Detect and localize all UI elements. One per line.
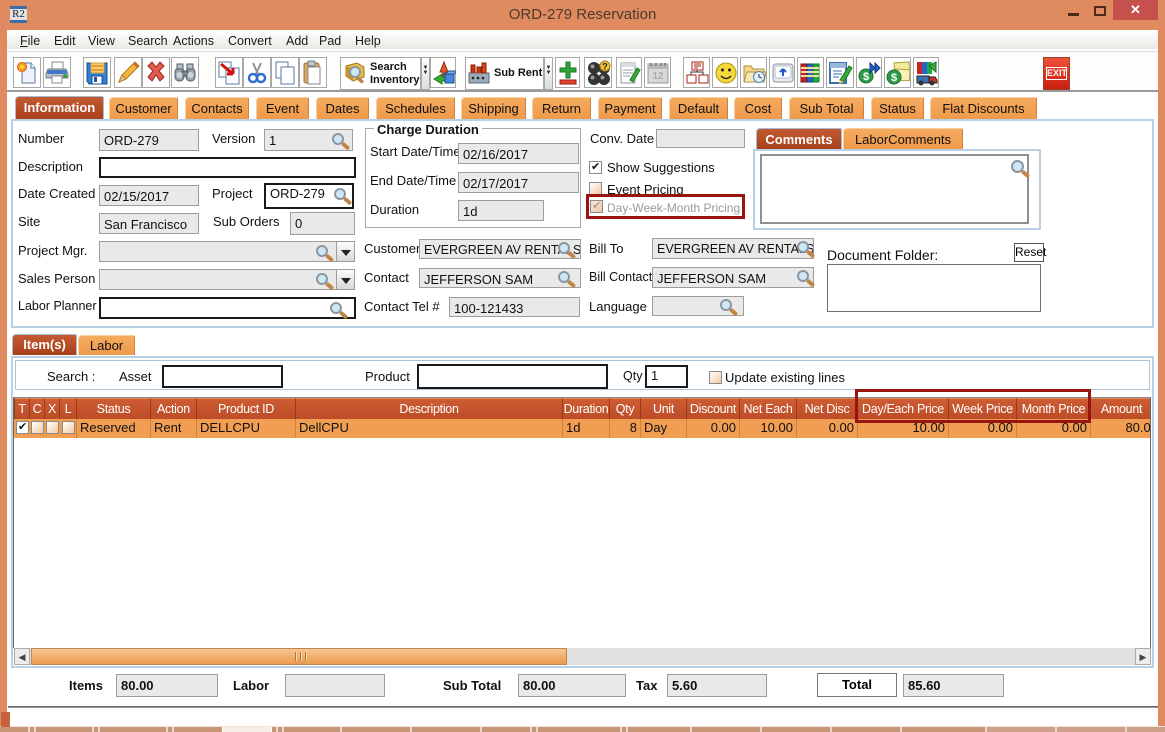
svg-text:$: $	[863, 71, 869, 83]
svg-text:$: $	[891, 72, 897, 84]
svg-text:12: 12	[652, 71, 664, 82]
svg-text:?: ?	[602, 62, 608, 72]
